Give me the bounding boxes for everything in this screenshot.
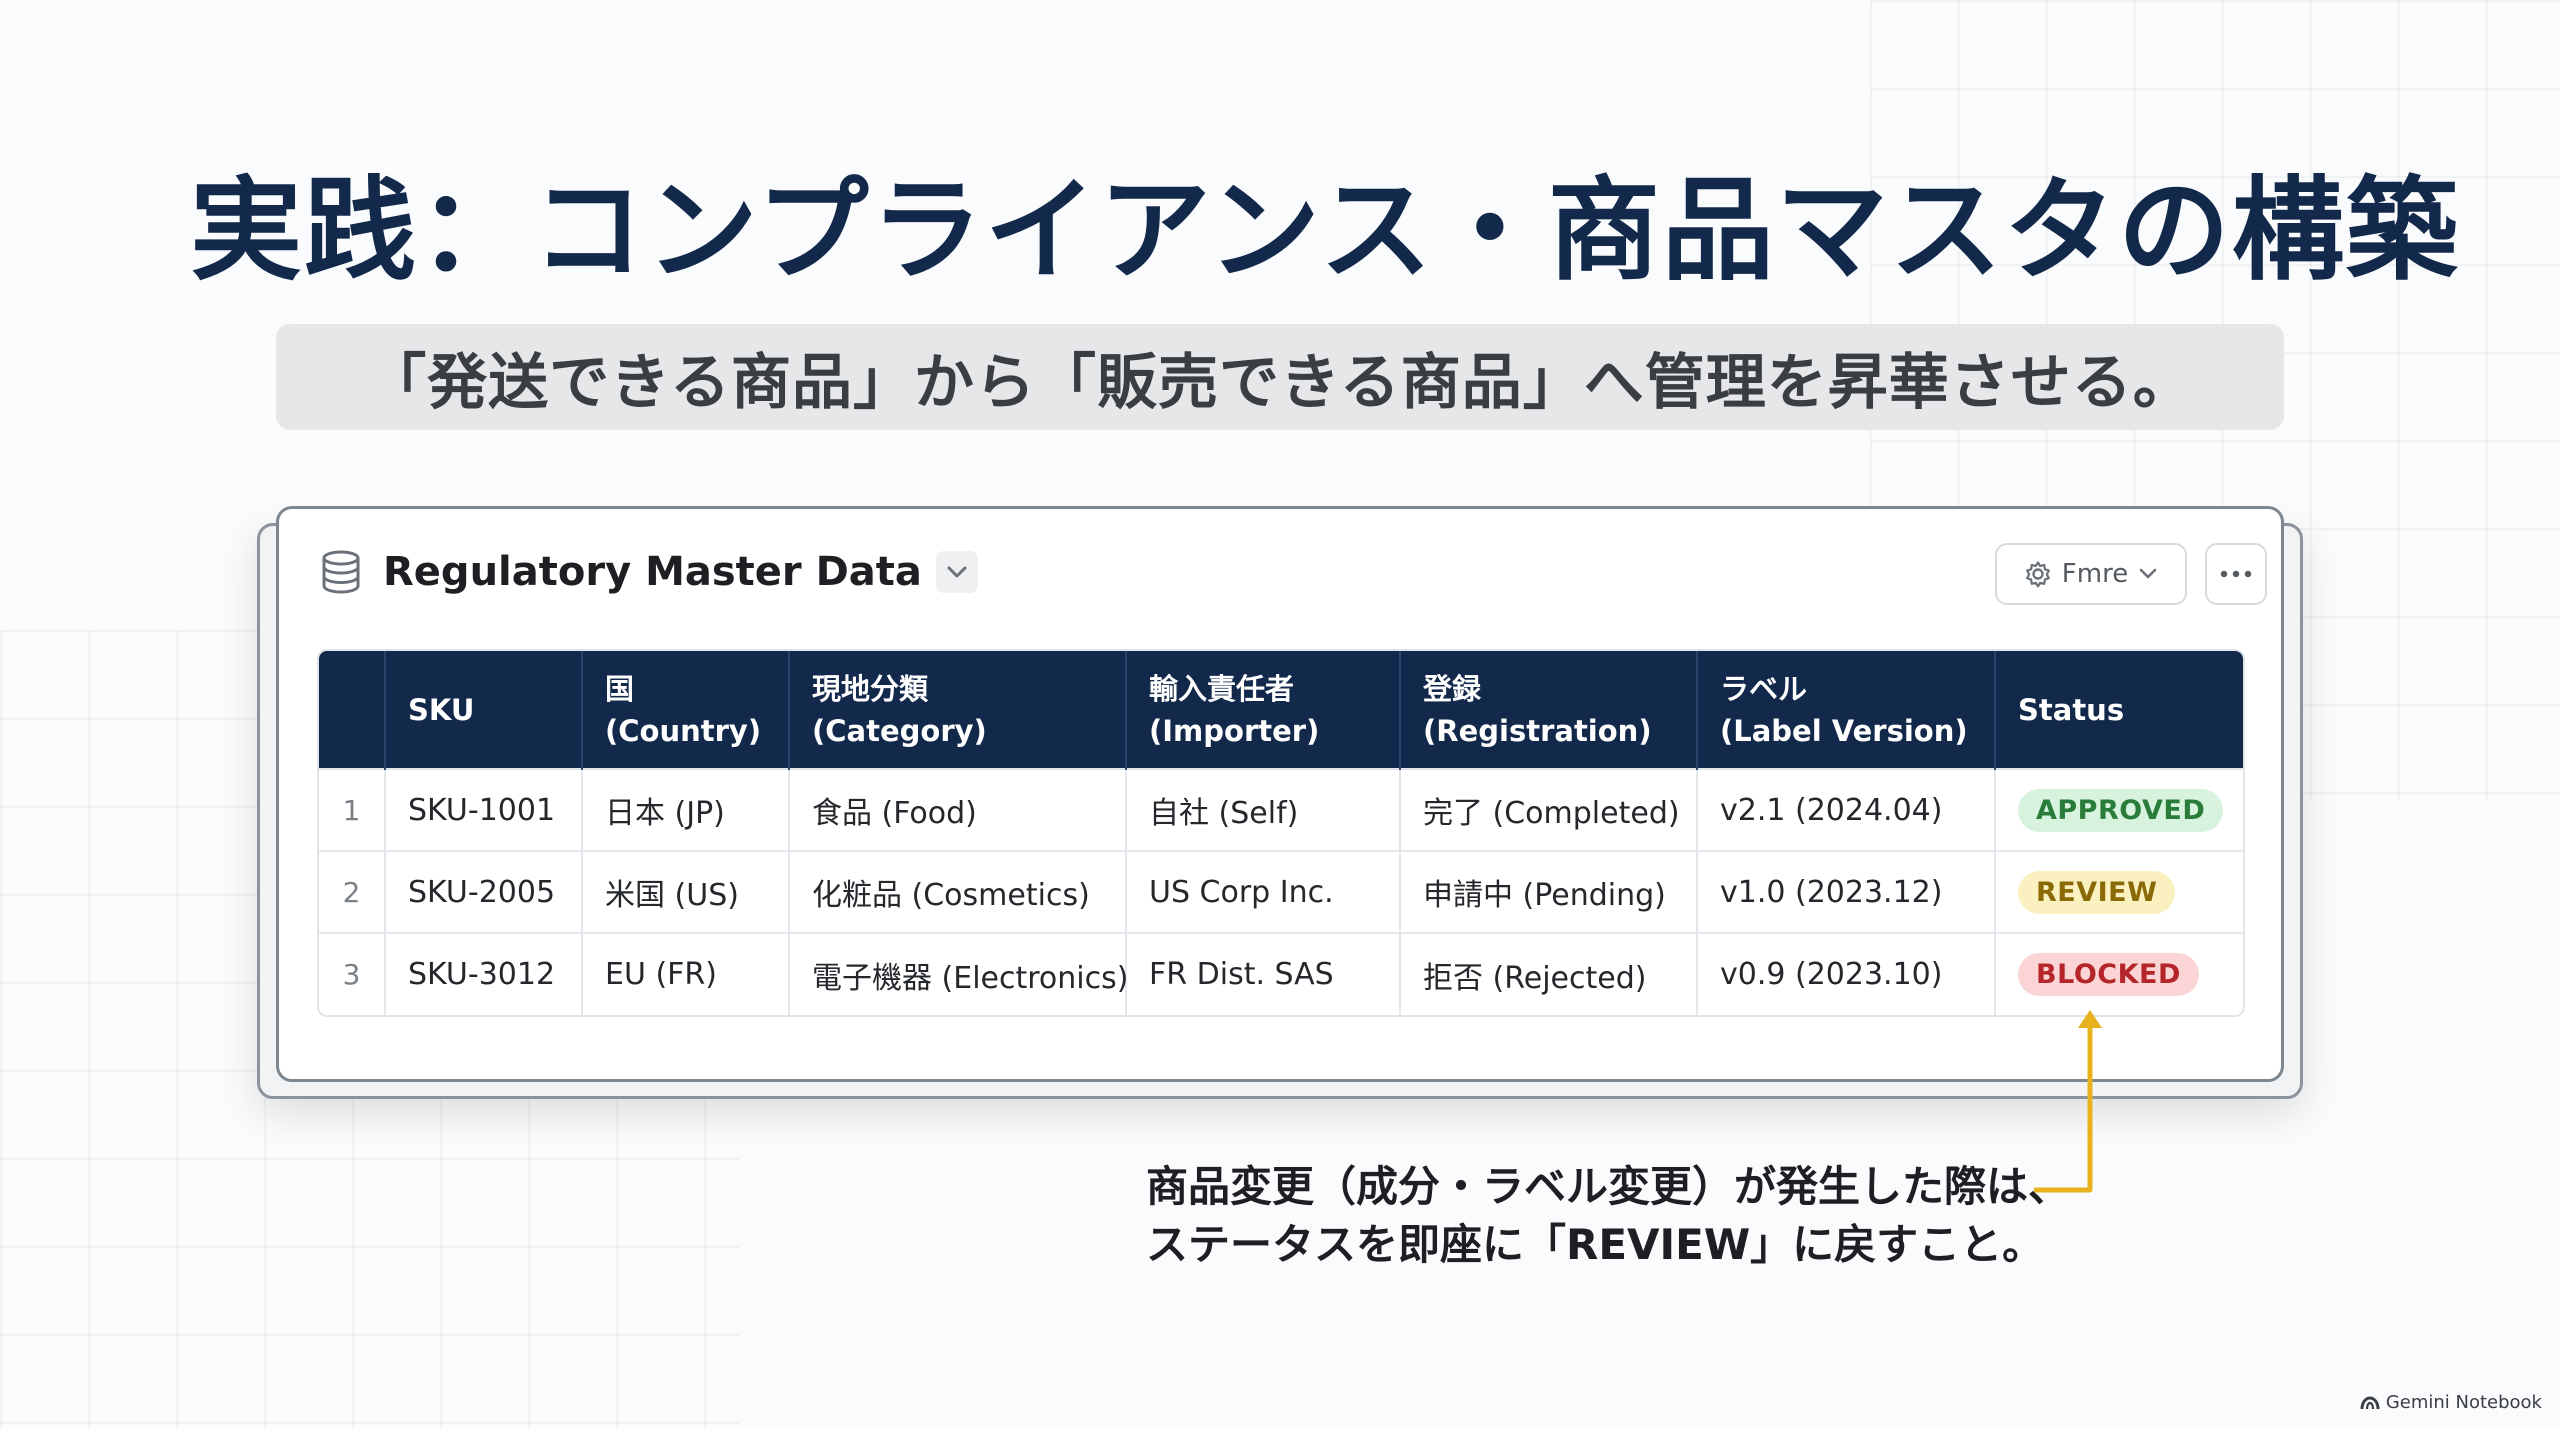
status-badge[interactable]: REVIEW <box>2018 870 2176 914</box>
header-actions: Fmre <box>1995 543 2267 605</box>
column-header-index[interactable] <box>319 651 386 769</box>
cell-label-version: v2.1 (2024.04) <box>1697 769 1996 851</box>
row-number: 2 <box>319 851 386 933</box>
cell-registration: 拒否 (Rejected) <box>1400 933 1698 1015</box>
column-header-sku[interactable]: SKU <box>385 651 583 769</box>
cell-sku: SKU-3012 <box>385 933 583 1015</box>
slide-title: 実践：コンプライアンス・商品マスタの構築 <box>190 166 2460 296</box>
card-title: Regulatory Master Data <box>383 549 922 595</box>
view-options-label: Fmre <box>2061 559 2129 589</box>
regulatory-table: SKU 国 (Country) 現地分類 (Category) 輸入責任者 (Impo… <box>317 649 2245 1017</box>
cell-status: APPROVED <box>1995 769 2243 851</box>
chevron-down-icon <box>2139 568 2157 579</box>
column-header-importer[interactable]: 輸入責任者 (Importer) <box>1126 651 1401 769</box>
cell-importer: FR Dist. SAS <box>1126 933 1401 1015</box>
card-header: Regulatory Master Data <box>319 549 978 595</box>
status-badge[interactable]: BLOCKED <box>2018 953 2199 996</box>
table-row[interactable]: 2 SKU-2005 米国 (US) 化粧品 (Cosmetics) US Co… <box>319 851 2243 933</box>
cell-sku: SKU-2005 <box>385 851 583 933</box>
column-header-registration[interactable]: 登録 (Registration) <box>1400 651 1698 769</box>
cell-importer: 自社 (Self) <box>1126 769 1401 851</box>
cell-category: 化粧品 (Cosmetics) <box>789 851 1127 933</box>
cell-category: 電子機器 (Electronics) <box>789 933 1128 1015</box>
chevron-down-icon <box>947 566 967 578</box>
gear-icon <box>2025 561 2050 588</box>
title-dropdown-button[interactable] <box>935 551 978 593</box>
ellipsis-icon <box>2220 570 2252 578</box>
annotation-note: 商品変更（成分・ラベル変更）が発生した際は、 ステータスを即座に「REVIEW」… <box>1146 1158 2070 1274</box>
footer-brand: Gemini Notebook <box>2360 1392 2542 1413</box>
column-header-country[interactable]: 国 (Country) <box>582 651 790 769</box>
table-header-row: SKU 国 (Country) 現地分類 (Category) 輸入責任者 (Impo… <box>319 651 2243 769</box>
footer-brand-label: Gemini Notebook <box>2385 1392 2542 1413</box>
annotation-line-1: 商品変更（成分・ラベル変更）が発生した際は、 <box>1146 1162 2071 1211</box>
cell-label-version: v1.0 (2023.12) <box>1697 851 1996 933</box>
column-header-label-version[interactable]: ラベル (Label Version) <box>1697 651 1996 769</box>
row-number: 3 <box>319 933 386 1015</box>
cell-status: REVIEW <box>1995 851 2243 933</box>
cell-country: 米国 (US) <box>582 851 790 933</box>
database-icon <box>322 550 360 594</box>
cell-registration: 完了 (Completed) <box>1400 769 1698 851</box>
cell-label-version: v0.9 (2023.10) <box>1697 933 1996 1015</box>
status-badge[interactable]: APPROVED <box>2018 788 2224 832</box>
column-header-category[interactable]: 現地分類 (Category) <box>789 651 1127 769</box>
view-options-button[interactable]: Fmre <box>1995 543 2187 605</box>
cell-country: 日本 (JP) <box>582 769 790 851</box>
cell-country: EU (FR) <box>582 933 790 1015</box>
cell-importer: US Corp Inc. <box>1126 851 1401 933</box>
slide-subtitle: 「発送できる商品」から「販売できる商品」へ管理を昇華させる。 <box>366 347 2194 418</box>
annotation-line-2: ステータスを即座に「REVIEW」に戻すこと。 <box>1146 1220 2045 1269</box>
row-number: 1 <box>319 769 386 851</box>
cell-category: 食品 (Food) <box>789 769 1127 851</box>
brand-logo-icon <box>2360 1395 2380 1409</box>
regulatory-master-card: Regulatory Master Data Fmre SKU 国 (Count… <box>276 506 2284 1082</box>
subtitle-band: 「発送できる商品」から「販売できる商品」へ管理を昇華させる。 <box>276 324 2284 430</box>
table-row[interactable]: 1 SKU-1001 日本 (JP) 食品 (Food) 自社 (Self) 完… <box>319 769 2243 851</box>
table-row[interactable]: 3 SKU-3012 EU (FR) 電子機器 (Electronics) FR… <box>319 933 2243 1015</box>
cell-sku: SKU-1001 <box>385 769 583 851</box>
cell-registration: 申請中 (Pending) <box>1400 851 1698 933</box>
column-header-status[interactable]: Status <box>1995 651 2243 769</box>
more-options-button[interactable] <box>2205 543 2267 605</box>
